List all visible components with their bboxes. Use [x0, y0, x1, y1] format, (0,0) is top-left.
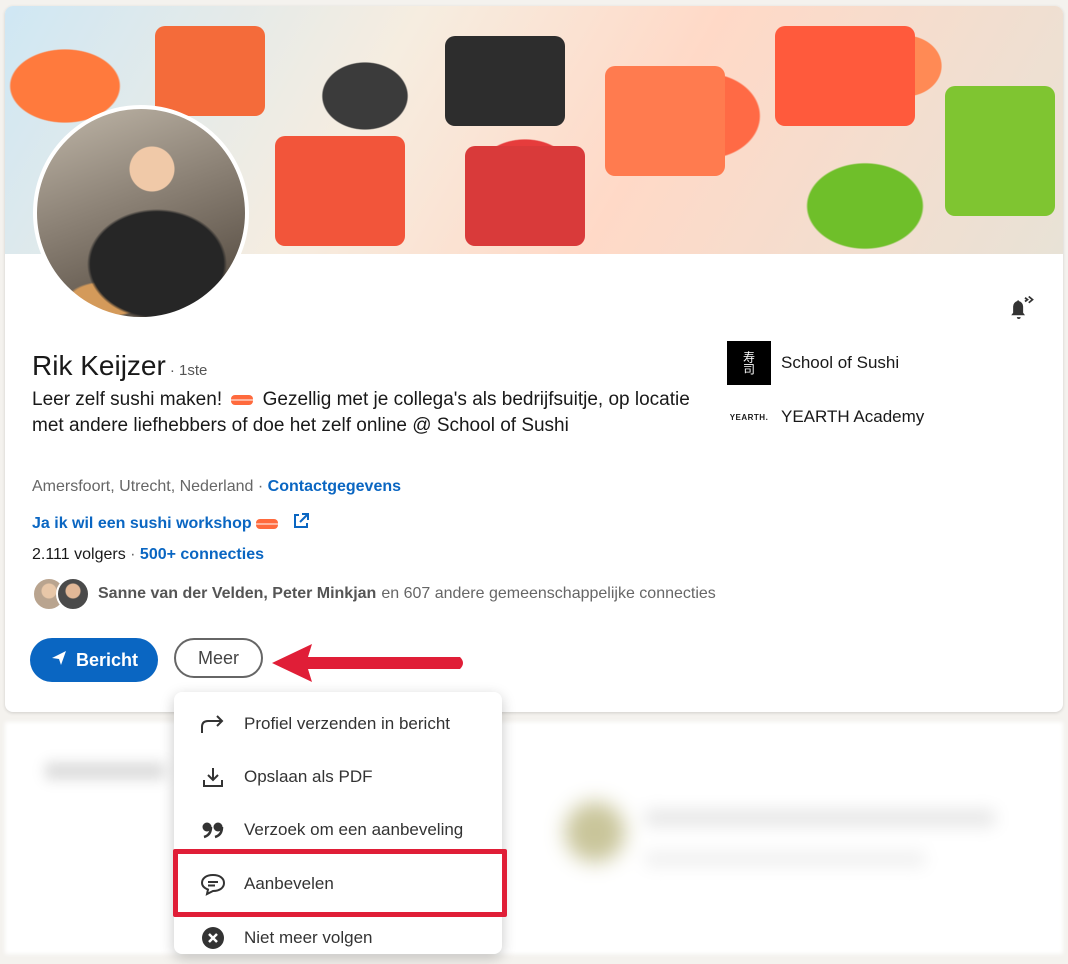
menu-item-label: Niet meer volgen: [244, 928, 373, 947]
separator: ·: [130, 546, 136, 563]
sushi-emoji-icon: [255, 518, 278, 529]
mutual-avatar-2: [56, 577, 90, 611]
menu-item-save-pdf[interactable]: Opslaan als PDF: [174, 751, 502, 803]
more-button[interactable]: Meer: [174, 638, 264, 678]
menu-item-label: Verzoek om een aanbeveling: [244, 820, 464, 839]
connections-link[interactable]: 500+ connecties: [140, 546, 264, 563]
menu-item-label: Profiel verzenden in bericht: [244, 714, 451, 733]
annotation-highlight-box: [173, 849, 507, 917]
share-arrow-icon: [198, 709, 228, 739]
yearth-academy-logo: YEARTH.: [729, 412, 769, 422]
message-button-label: Bericht: [76, 649, 139, 670]
followers-line: 2.111 volgers · 500+ connecties: [32, 546, 264, 564]
school-of-sushi-logo: 寿司: [727, 341, 771, 385]
companies-list: 寿司 School of Sushi YEARTH. YEARTH Academ…: [727, 341, 924, 449]
message-button[interactable]: Bericht: [30, 638, 159, 682]
sushi-emoji-icon: [231, 394, 254, 405]
external-link-icon: [292, 512, 310, 535]
profile-card: Rik Keijzer · 1ste Leer zelf sushi maken…: [5, 6, 1063, 712]
close-circle-icon: [198, 923, 228, 953]
mutual-rest: en 607 andere gemeenschappelijke connect…: [381, 585, 716, 602]
company-name: School of Sushi: [781, 353, 900, 372]
quote-icon: [198, 815, 228, 845]
menu-item-unfollow[interactable]: Niet meer volgen: [174, 912, 502, 964]
profile-name: Rik Keijzer: [32, 350, 166, 381]
profile-avatar[interactable]: [33, 105, 249, 321]
menu-item-label: Opslaan als PDF: [244, 767, 373, 786]
company-yearth-academy[interactable]: YEARTH. YEARTH Academy: [727, 395, 925, 439]
headline-part-1: Leer zelf sushi maken!: [32, 389, 223, 410]
contact-info-link[interactable]: Contactgegevens: [268, 478, 401, 495]
followers-count: 2.111 volgers: [32, 546, 126, 563]
blurred-section: [5, 722, 1063, 954]
location-text: Amersfoort, Utrecht, Nederland ·: [32, 478, 264, 495]
company-name: YEARTH Academy: [781, 407, 925, 426]
profile-headline: Leer zelf sushi maken! Gezellig met je c…: [32, 387, 712, 439]
connection-degree: · 1ste: [169, 362, 208, 379]
download-icon: [198, 762, 228, 792]
company-school-of-sushi[interactable]: 寿司 School of Sushi: [727, 341, 924, 385]
menu-item-send-profile[interactable]: Profiel verzenden in bericht: [174, 698, 502, 750]
website-label: Ja ik wil een sushi workshop: [32, 514, 252, 532]
more-button-label: Meer: [198, 647, 240, 668]
mutual-names: Sanne van der Velden, Peter Minkjan: [98, 585, 377, 602]
mutual-connections[interactable]: Sanne van der Velden, Peter Minkjan en 6…: [32, 577, 716, 611]
location-line: Amersfoort, Utrecht, Nederland · Contact…: [32, 478, 401, 496]
website-link[interactable]: Ja ik wil een sushi workshop: [32, 512, 310, 535]
send-icon: [50, 649, 68, 672]
name-row: Rik Keijzer · 1ste: [32, 350, 207, 382]
notification-bell-icon[interactable]: [1003, 292, 1037, 326]
annotation-arrow-icon: [272, 644, 463, 682]
